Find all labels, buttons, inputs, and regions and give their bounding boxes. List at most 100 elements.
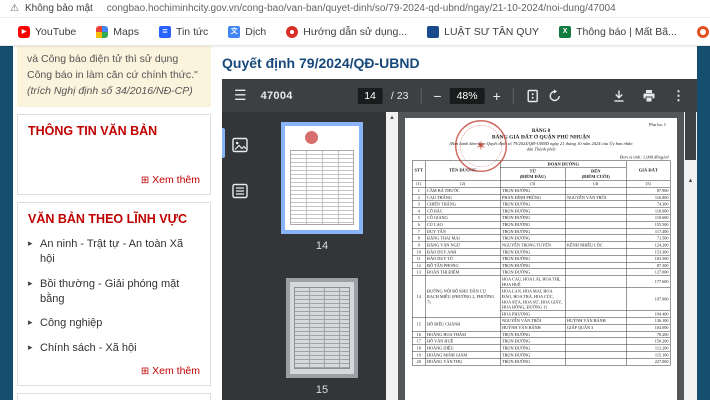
menu-icon[interactable]: ☰ xyxy=(234,87,247,104)
field-topic-link[interactable]: An ninh - Trật tự - An toàn Xã hội xyxy=(28,237,200,268)
table-cell: 110.600 xyxy=(626,214,670,221)
table-cell: TRỌN ĐƯỜNG xyxy=(500,221,565,228)
bookmark-item[interactable]: LUẬT SƯ TÂN QUY xyxy=(419,23,547,41)
table-cell: 1 xyxy=(412,187,425,194)
security-badge[interactable]: Không bảo mật xyxy=(25,3,93,14)
table-cell: 227.000 xyxy=(626,358,670,365)
table-cell: 103.500 xyxy=(626,255,670,262)
document-pane[interactable]: Phụ lục 1 ✶ BẢNG 8 BẢNG GIÁ ĐẤT Ở QUẬN P… xyxy=(398,112,684,400)
excel-icon xyxy=(559,26,571,38)
page-count: / 23 xyxy=(391,90,409,102)
bookmark-item[interactable]: Tin tức xyxy=(151,23,216,41)
table-cell: 14 xyxy=(412,276,425,318)
address-url[interactable]: congbao.hochiminhcity.gov.vn/cong-bao/va… xyxy=(107,3,616,14)
official-gazette-notice: và Công báo điện tử thì sử dụng Công báo… xyxy=(17,46,211,107)
pdf-table-body: 1CẦM BÁ THƯỚCTRỌN ĐƯỜNG87.9002CAO THẮNGP… xyxy=(412,187,670,365)
bookmark-item[interactable]: Hướng dẫn sử dụng... xyxy=(278,23,415,41)
print-icon[interactable] xyxy=(642,89,656,103)
document-id: 47004 xyxy=(261,90,293,102)
table-cell: HOÀNG HOA THÁM xyxy=(425,331,500,338)
thumbnail-page-14[interactable] xyxy=(281,122,363,234)
page-number-input[interactable]: 14 xyxy=(357,88,383,104)
mini-table xyxy=(290,150,354,225)
field-topic-link[interactable]: Chính sách - Xã hội xyxy=(28,341,200,356)
field-topic-link[interactable]: Công nghiệp xyxy=(28,316,200,331)
table-cell: HOÀNG MINH GIÁM xyxy=(425,352,500,359)
table-row: 3CHIẾN THẮNGTRỌN ĐƯỜNG74.300 xyxy=(412,201,670,208)
table-cell: 13 xyxy=(412,269,425,276)
bookmark-item[interactable]: Thông báo | Mất Bã... xyxy=(551,23,685,41)
table-cell: 3 xyxy=(412,201,425,208)
table-cell: 197.900 xyxy=(626,288,670,311)
main-column: Quyết định 79/2024/QĐ-UBND ☰ 47004 14 / … xyxy=(222,46,697,400)
table-cell: HUỲNH VĂN BÁNH xyxy=(565,317,626,324)
table-cell: 153.300 xyxy=(626,249,670,256)
table-cell: ĐÀO DUY TỪ xyxy=(425,255,500,262)
more-options-icon[interactable]: ⋮ xyxy=(672,88,685,104)
table-cell: TRỌN ĐƯỜNG xyxy=(500,269,565,276)
pdf-toolbar: ☰ 47004 14 / 23 − 48% + xyxy=(222,79,697,112)
table-cell: 74.300 xyxy=(626,201,670,208)
zoom-level-input[interactable]: 48% xyxy=(450,88,485,104)
table-cell: TRỌN ĐƯỜNG xyxy=(500,338,565,345)
scroll-up-arrow-icon[interactable]: ▲ xyxy=(386,115,398,121)
rotate-icon[interactable] xyxy=(548,89,562,103)
table-row: 20HOÀNG VĂN THỤTRỌN ĐƯỜNG227.000 xyxy=(412,358,670,365)
table-row: 1CẦM BÁ THƯỚCTRỌN ĐƯỜNG87.900 xyxy=(412,187,670,194)
document-info-see-more-link[interactable]: ⊞ Xem thêm xyxy=(28,174,200,186)
bookmark-item[interactable]: Roundcube Webmai... xyxy=(689,23,710,41)
table-cell: 155.500 xyxy=(626,221,670,228)
table-cell: HOA LAN, HOA MAI, HOA ĐÀO, HOA TRÀ, HOA … xyxy=(500,288,565,311)
thumbnail-label: 14 xyxy=(316,240,328,252)
thumbnail-scrollbar[interactable]: ▲ xyxy=(386,112,398,400)
thumbnail-label: 15 xyxy=(316,384,328,396)
bookmark-label: YouTube xyxy=(35,26,76,38)
maps-icon xyxy=(96,26,108,38)
column-number-cell: (3) xyxy=(500,180,565,187)
field-topic-link[interactable]: Bồi thường - Giải phóng mặt bằng xyxy=(28,277,200,308)
table-cell xyxy=(565,221,626,228)
table-row: 7DUY TÂNTRỌN ĐƯỜNG117.400 xyxy=(412,228,670,235)
fit-to-page-icon[interactable] xyxy=(526,89,540,103)
bookmark-label: Hướng dẫn sử dụng... xyxy=(303,26,407,38)
bookmark-item[interactable]: Maps xyxy=(88,23,147,41)
table-cell: HOÀNG DIỆU xyxy=(425,345,500,352)
pdf-viewer: ☰ 47004 14 / 23 − 48% + xyxy=(222,79,697,400)
bookmark-item[interactable]: YouTube xyxy=(10,23,84,41)
scrollbar-thumb[interactable] xyxy=(685,112,696,160)
table-cell: TRỌN ĐƯỜNG xyxy=(500,352,565,359)
table-cell: NGUYỄN TRỌNG TUYỂN xyxy=(500,242,565,249)
bookmarks-bar: YouTube MapsTin tức Dịch Hướng dẫn sử dụng.… xyxy=(0,18,710,46)
outline-pane-icon[interactable] xyxy=(229,180,251,202)
scroll-up-arrow-icon[interactable]: ▲ xyxy=(684,178,697,184)
table-cell: 115.100 xyxy=(626,352,670,359)
col-header-to: ĐẾN (ĐIỂM CUỐI) xyxy=(565,168,626,181)
thumbnails-pane-icon[interactable] xyxy=(229,134,251,156)
youtube-icon xyxy=(18,26,30,38)
col-header-from: TỪ (ĐIỂM ĐẦU) xyxy=(500,168,565,181)
table-cell xyxy=(565,331,626,338)
col-header-stt: STT xyxy=(412,161,425,181)
url-bar[interactable]: ⚠ Không bảo mật congbao.hochiminhcity.go… xyxy=(0,0,710,18)
table-cell: HỒ BIỂU CHÁNH xyxy=(425,317,500,331)
table-cell: 19 xyxy=(412,352,425,359)
table-cell: NGUYỄN VĂN TRỖI xyxy=(500,317,565,324)
thumbnail-page-15[interactable] xyxy=(286,278,358,378)
document-scrollbar[interactable]: ▲ xyxy=(684,112,697,400)
pdf-page: Phụ lục 1 ✶ BẢNG 8 BẢNG GIÁ ĐẤT Ở QUẬN P… xyxy=(405,118,677,400)
column-number-cell: (5) xyxy=(626,180,670,187)
sidebar: và Công báo điện tử thì sử dụng Công báo… xyxy=(17,46,211,400)
zoom-in-button[interactable]: + xyxy=(493,88,501,104)
fields-see-more-link[interactable]: ⊞ Xem thêm xyxy=(28,365,200,377)
table-cell xyxy=(565,235,626,242)
column-number-cell: (4) xyxy=(565,180,626,187)
table-cell: 5 xyxy=(412,214,425,221)
bookmark-label: Dịch xyxy=(245,26,266,38)
table-cell: 112.200 xyxy=(626,345,670,352)
bookmark-label: LUẬT SƯ TÂN QUY xyxy=(444,26,539,38)
bookmark-item[interactable]: Dịch xyxy=(220,23,274,41)
column-number-cell: (1) xyxy=(412,180,425,187)
zoom-out-button[interactable]: − xyxy=(433,88,441,104)
download-icon[interactable] xyxy=(612,89,626,103)
table-cell xyxy=(565,208,626,215)
